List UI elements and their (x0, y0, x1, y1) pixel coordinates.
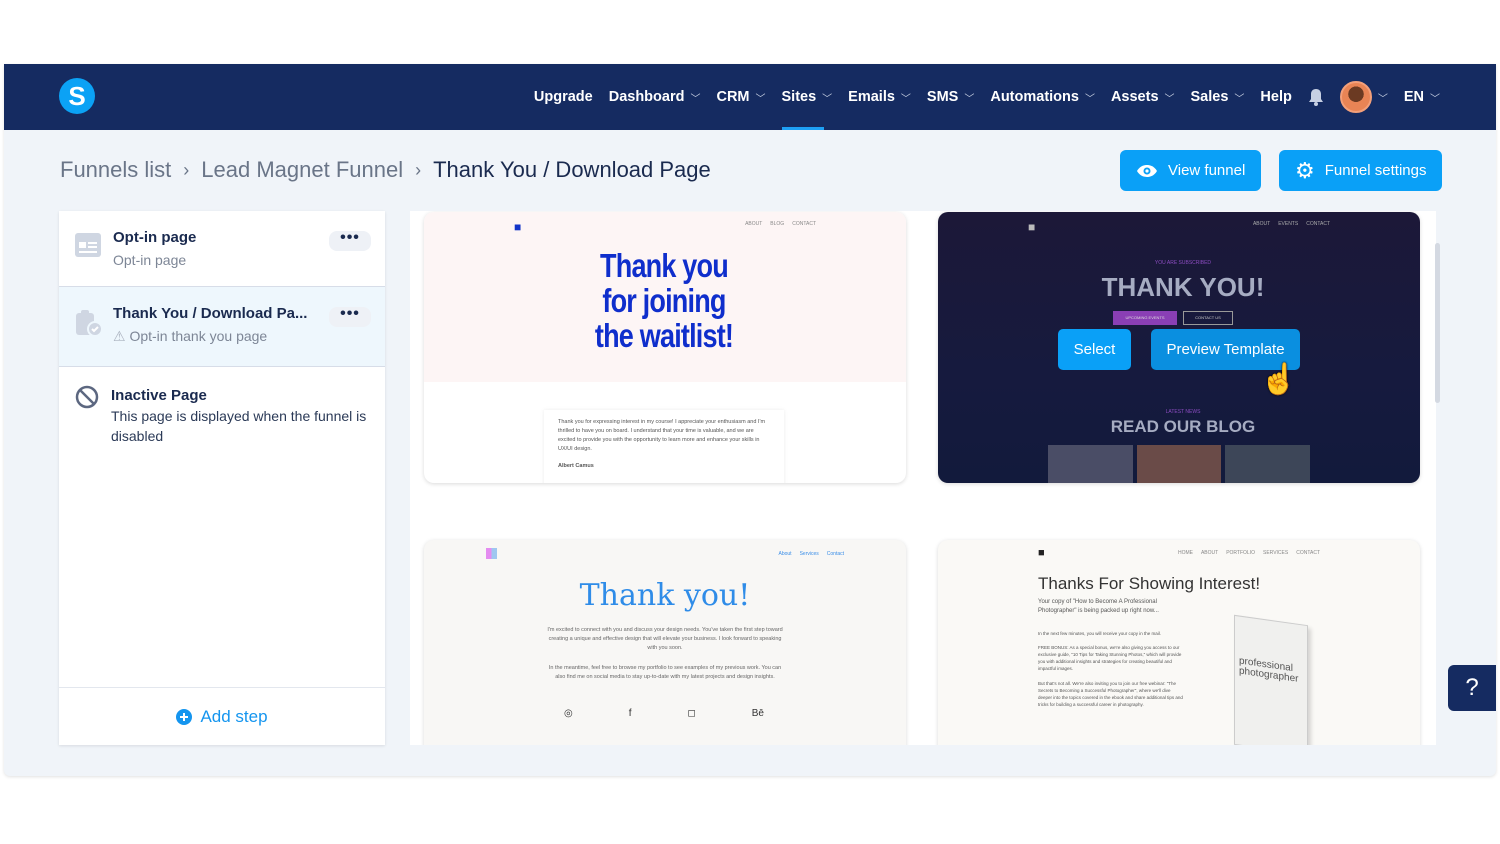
page-layout-icon (75, 233, 101, 257)
step-inactive-page[interactable]: Inactive Page This page is displayed whe… (59, 367, 385, 446)
template-nav-item: ABOUT (745, 221, 763, 227)
chevron-right-icon: › (415, 159, 422, 180)
clipboard-check-icon (76, 310, 103, 337)
nav-assets[interactable]: Assets ﹀ (1111, 64, 1175, 130)
social-icon: f (628, 708, 632, 719)
template-nav-item: SERVICES (1263, 550, 1289, 556)
disabled-icon (75, 385, 99, 409)
social-icon: Bē (751, 708, 764, 719)
step-opt-in-page[interactable]: Opt-in page Opt-in page ••• (59, 211, 385, 287)
breadcrumb: Funnels list › Lead Magnet Funnel › Than… (60, 157, 711, 183)
template-logo-icon: ■ (1028, 220, 1036, 234)
chevron-right-icon: › (183, 159, 190, 180)
social-icons: ◎ f ◻ Bē (564, 708, 764, 719)
template-card[interactable]: About Services Contact Thank you! I'm exci… (424, 540, 906, 745)
nav-emails[interactable]: Emails ﹀ (848, 64, 911, 130)
ebook-cover: professional photographer (1234, 614, 1308, 745)
user-avatar-menu[interactable]: ﹀ (1339, 64, 1388, 130)
step-thank-you-download-page[interactable]: Thank You / Download Pa... ⚠ Opt-in than… (59, 287, 385, 367)
template-card-hovered[interactable]: ■ ABOUT EVENTS CONTACT YOU ARE SUBSCRIBED … (938, 212, 1420, 483)
social-icon: ◎ (564, 708, 573, 719)
template-nav-item: HOME (1177, 550, 1193, 556)
hand-cursor-icon: ☝ (1260, 363, 1298, 396)
template-card[interactable]: ■ ABOUT BLOG CONTACT Thank you for joining… (424, 212, 906, 483)
chevron-down-icon: ﹀ (964, 93, 975, 105)
template-card[interactable]: ■ HOME ABOUT PORTFOLIO SERVICES CONTACT Than… (938, 540, 1420, 745)
template-nav-item: Contact (826, 551, 844, 557)
template-nav-item: EVENTS (1278, 221, 1299, 227)
template-nav-item: BLOG (770, 221, 785, 227)
top-navbar: S Upgrade Dashboard ﹀ CRM ﹀ Sites ﹀ Emails ﹀ SMS ﹀… (4, 64, 1496, 130)
nav-automations[interactable]: Automations ﹀ (990, 64, 1095, 130)
chevron-down-icon: ﹀ (1234, 93, 1245, 105)
help-button[interactable]: ? (1448, 665, 1496, 711)
template-nav-item: Services (799, 551, 819, 557)
chevron-down-icon: ﹀ (1164, 93, 1175, 105)
view-funnel-button[interactable]: View funnel (1120, 150, 1262, 191)
template-nav-item: CONTACT (1306, 221, 1330, 227)
main-menu: Upgrade Dashboard ﹀ CRM ﹀ Sites ﹀ Emails ﹀ SMS ﹀ Au… (534, 64, 1440, 130)
template-grid: ■ ABOUT BLOG CONTACT Thank you for joining… (410, 211, 1436, 745)
template-logo-icon: ■ (1038, 547, 1045, 559)
nav-upgrade[interactable]: Upgrade (534, 64, 593, 130)
funnel-steps-sidebar: Opt-in page Opt-in page ••• Thank You / … (59, 211, 385, 745)
breadcrumb-lead-magnet-funnel[interactable]: Lead Magnet Funnel (201, 157, 403, 183)
chevron-down-icon: ﹀ (1084, 93, 1095, 105)
gear-icon: ⚙ (1295, 157, 1315, 183)
funnel-settings-button[interactable]: ⚙ Funnel settings (1279, 150, 1443, 191)
step-menu-button[interactable]: ••• (329, 306, 371, 327)
page-title: Thank You / Download Page (433, 157, 711, 182)
scrollbar[interactable] (1435, 243, 1440, 403)
avatar (1339, 81, 1372, 113)
nav-dashboard[interactable]: Dashboard ﹀ (609, 64, 701, 130)
logo[interactable]: S (59, 78, 95, 114)
nav-sms[interactable]: SMS ﹀ (927, 64, 974, 130)
template-nav-item: ABOUT (1200, 550, 1219, 556)
plus-circle-icon (176, 708, 193, 725)
blog-thumbnails (1048, 445, 1311, 483)
template-nav-item: ABOUT (1252, 221, 1271, 227)
template-nav-item: PORTFOLIO (1226, 550, 1255, 556)
template-nav-item: CONTACT (1296, 550, 1320, 556)
nav-sales[interactable]: Sales ﹀ (1191, 64, 1245, 130)
eye-icon (1137, 164, 1157, 177)
nav-help[interactable]: Help (1260, 64, 1291, 130)
template-nav-item: About (778, 551, 792, 557)
nav-sites[interactable]: Sites ﹀ (781, 64, 833, 130)
chevron-down-icon: ﹀ (822, 93, 833, 105)
notifications-bell-icon[interactable] (1308, 64, 1324, 130)
warning-icon: ⚠ (113, 328, 126, 344)
nav-crm[interactable]: CRM ﹀ (716, 64, 765, 130)
select-template-button[interactable]: Select (1058, 329, 1131, 370)
language-selector[interactable]: EN ﹀ (1404, 64, 1440, 130)
chevron-down-icon: ﹀ (755, 93, 766, 105)
add-step-button[interactable]: Add step (59, 687, 385, 745)
chevron-down-icon: ﹀ (690, 93, 701, 105)
step-menu-button[interactable]: ••• (329, 230, 371, 251)
chevron-down-icon: ﹀ (900, 93, 911, 105)
template-logo-icon (486, 548, 497, 559)
template-logo-icon: ■ (514, 220, 522, 234)
social-icon: ◻ (687, 708, 696, 719)
template-nav-item: CONTACT (792, 221, 816, 227)
breadcrumb-funnels-list[interactable]: Funnels list (60, 157, 171, 183)
